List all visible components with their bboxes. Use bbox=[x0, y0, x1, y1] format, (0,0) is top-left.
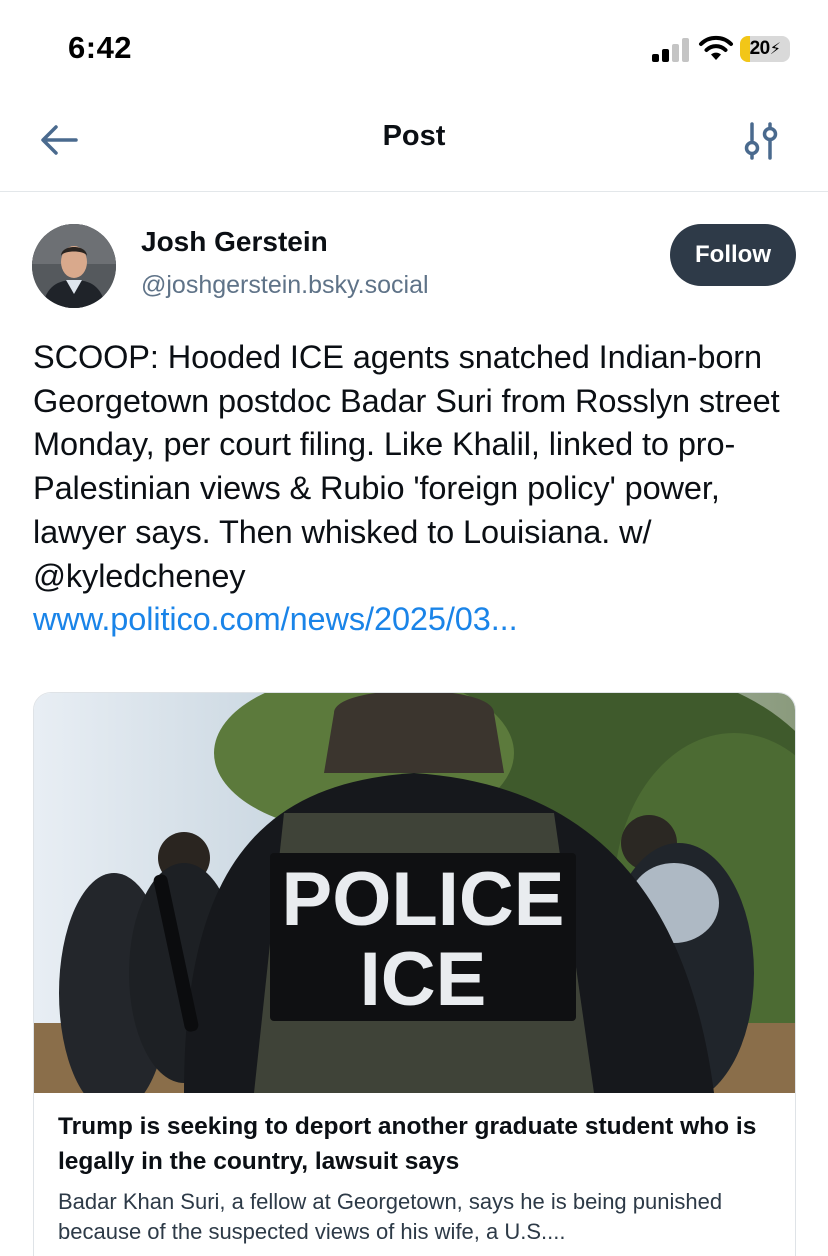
signal-icon bbox=[652, 38, 690, 62]
wifi-icon bbox=[699, 35, 733, 60]
follow-button[interactable]: Follow bbox=[670, 224, 796, 286]
battery-level: 20⚡ bbox=[749, 38, 781, 59]
author-handle[interactable]: @joshgerstein.bsky.social bbox=[141, 271, 429, 300]
author-name[interactable]: Josh Gerstein bbox=[141, 226, 328, 258]
status-bar: 6:42 20⚡ bbox=[0, 0, 828, 96]
post-screen: 6:42 20⚡ Post Josh Gerstein @joshgerstei… bbox=[0, 0, 828, 1256]
post-text: SCOOP: Hooded ICE agents snatched Indian… bbox=[33, 339, 780, 594]
status-time: 6:42 bbox=[68, 30, 133, 65]
post-link[interactable]: www.politico.com/news/2025/03... bbox=[33, 598, 803, 642]
post-body: SCOOP: Hooded ICE agents snatched Indian… bbox=[33, 336, 803, 642]
embed-image-text-ice: ICE bbox=[360, 937, 487, 1022]
embed-image-text-police: POLICE bbox=[282, 857, 565, 942]
battery-icon: 20⚡ bbox=[740, 36, 790, 62]
embed-description: Badar Khan Suri, a fellow at Georgetown,… bbox=[58, 1189, 723, 1244]
avatar-image bbox=[32, 224, 116, 308]
options-button[interactable] bbox=[738, 118, 786, 166]
link-preview-card[interactable]: POLICE ICE Trump is seeking to deport an… bbox=[33, 692, 796, 1256]
embed-title: Trump is seeking to deport another gradu… bbox=[58, 1113, 757, 1175]
embed-image: POLICE ICE bbox=[34, 693, 795, 1093]
page-title: Post bbox=[382, 120, 446, 152]
post-header: Post bbox=[0, 96, 828, 192]
sliders-icon bbox=[744, 122, 778, 160]
avatar[interactable] bbox=[32, 224, 116, 308]
